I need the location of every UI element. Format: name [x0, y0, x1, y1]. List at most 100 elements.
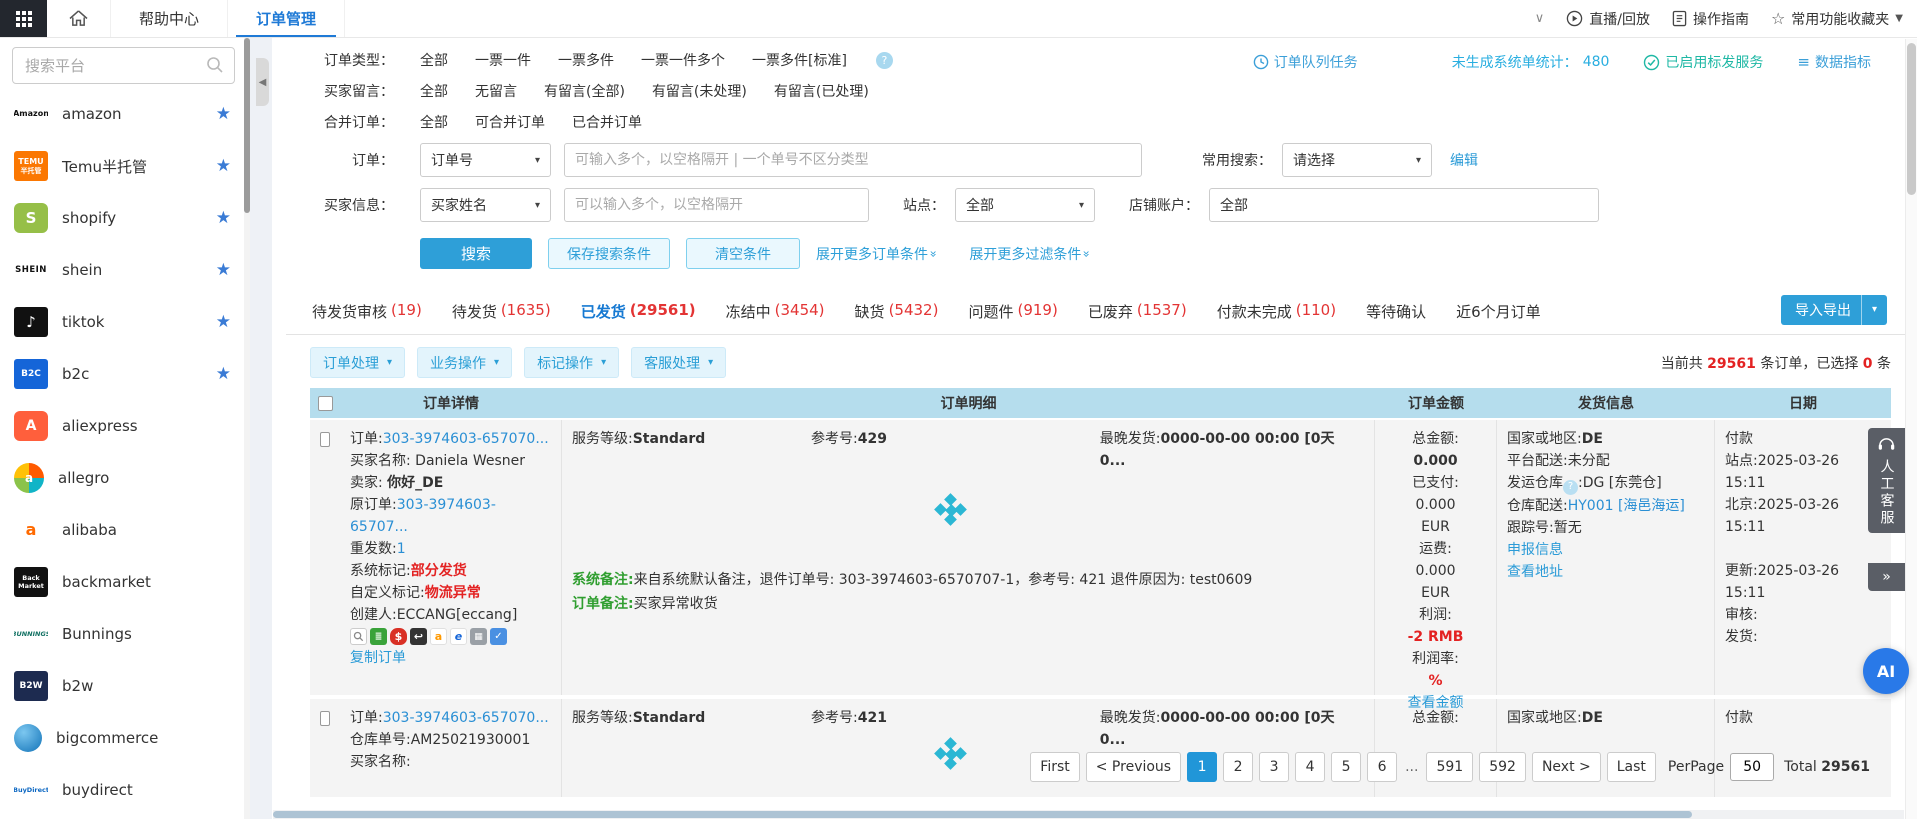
favorite-star-icon[interactable]: ★ — [216, 312, 231, 332]
sidebar-item-tiktok[interactable]: ♪tiktok★ — [0, 296, 249, 348]
tab-discarded[interactable]: 已废弃(1537) — [1088, 291, 1187, 334]
buyer-name-input[interactable] — [564, 188, 869, 222]
amazon-icon[interactable]: a — [430, 628, 447, 645]
sidebar-item-shopify[interactable]: Sshopify★ — [0, 192, 249, 244]
filter-option[interactable]: 一票一件 — [475, 50, 531, 70]
favorite-star-icon[interactable]: ★ — [216, 104, 231, 124]
sidebar-item-allegro[interactable]: aallegro — [0, 452, 249, 504]
e-platform-icon[interactable]: e — [450, 628, 467, 645]
filter-option[interactable]: 全部 — [420, 50, 448, 70]
sidebar-item-bunnings[interactable]: BUNNINGSBunnings — [0, 608, 249, 660]
order-number-input[interactable] — [564, 143, 1142, 177]
sidebar-scrollbar[interactable] — [244, 38, 250, 819]
edit-common-search-link[interactable]: 编辑 — [1450, 150, 1478, 170]
help-icon[interactable]: ? — [1563, 480, 1578, 495]
order-queue-link[interactable]: 订单队列任务 — [1253, 52, 1358, 72]
tagged-service-status[interactable]: 已启用标发服务 — [1643, 52, 1763, 72]
platform-search-input[interactable] — [12, 47, 235, 84]
select-all-checkbox[interactable] — [318, 396, 333, 411]
view-address-link[interactable]: 查看地址 — [1507, 561, 1704, 583]
collapse-chevron-icon[interactable]: ∨ — [1535, 11, 1545, 26]
filter-option[interactable]: 一票多件 — [558, 50, 614, 70]
page-button-1[interactable]: 1 — [1187, 752, 1217, 782]
sidebar-scrollbar-thumb[interactable] — [244, 38, 250, 213]
horizontal-scrollbar-thumb[interactable] — [273, 811, 1692, 818]
row-checkbox[interactable] — [320, 432, 330, 447]
order-management-tab[interactable]: 订单管理 — [228, 0, 345, 37]
favorites-menu[interactable]: ☆ 常用功能收藏夹 ▼ — [1771, 9, 1903, 29]
sidebar-item-b2c[interactable]: B2Cb2c★ — [0, 348, 249, 400]
home-tab[interactable] — [47, 0, 111, 37]
uncreated-orders-stat[interactable]: 未生成系统单统计： 480 — [1452, 52, 1610, 72]
favorite-star-icon[interactable]: ★ — [216, 364, 231, 384]
favorite-star-icon[interactable]: ★ — [216, 208, 231, 228]
tab-problem[interactable]: 问题件(919) — [968, 291, 1057, 334]
data-metrics-link[interactable]: ≡ 数据指标 — [1797, 52, 1871, 72]
human-service-button[interactable]: 人工客服 — [1868, 428, 1905, 533]
ai-assistant-button[interactable]: AI — [1863, 648, 1909, 694]
prev-page-button[interactable]: < Previous — [1086, 752, 1181, 782]
copy-order-link[interactable]: 复制订单 — [350, 647, 551, 669]
sidebar-item-aliexpress[interactable]: Aaliexpress — [0, 400, 249, 452]
sidebar-item-b2w[interactable]: B2Wb2w — [0, 660, 249, 712]
common-search-select[interactable]: 请选择▾ — [1282, 143, 1432, 177]
page-button-6[interactable]: 6 — [1367, 752, 1397, 782]
calculator-icon[interactable]: ▦ — [470, 628, 487, 645]
sidebar-item-amazon[interactable]: Amazonamazon★ — [0, 88, 249, 140]
live-replay-link[interactable]: 直播/回放 — [1566, 9, 1650, 29]
mark-ops-dropdown[interactable]: 标记操作▾ — [524, 347, 619, 378]
help-icon[interactable]: ? — [876, 52, 893, 69]
sidebar-item-buydirect[interactable]: BuyDirectbuydirect — [0, 764, 249, 816]
sidebar-item-shein[interactable]: SHEINshein★ — [0, 244, 249, 296]
page-scrollbar-thumb[interactable] — [1907, 43, 1916, 195]
tab-pending-audit[interactable]: 待发货审核(19) — [312, 291, 422, 334]
shop-account-input[interactable] — [1209, 188, 1599, 222]
app-launcher-button[interactable] — [0, 0, 47, 37]
tab-last-6-months[interactable]: 近6个月订单 — [1456, 291, 1541, 334]
page-scrollbar[interactable] — [1905, 39, 1917, 819]
search-button[interactable]: 搜索 — [420, 238, 532, 269]
page-button-5[interactable]: 5 — [1331, 752, 1361, 782]
save-search-button[interactable]: 保存搜索条件 — [548, 238, 670, 269]
buyer-field-select[interactable]: 买家姓名▾ — [420, 188, 551, 222]
sidebar-item-temu[interactable]: TEMU半托管Temu半托管★ — [0, 140, 249, 192]
sidebar-item-alibaba[interactable]: aalibaba — [0, 504, 249, 556]
filter-option[interactable]: 有留言(全部) — [544, 81, 625, 101]
horizontal-scrollbar[interactable] — [273, 810, 1904, 819]
first-page-button[interactable]: First — [1030, 752, 1079, 782]
filter-option[interactable]: 可合并订单 — [475, 112, 545, 132]
business-ops-dropdown[interactable]: 业务操作▾ — [417, 347, 512, 378]
warehouse-delivery-link[interactable]: HY001 [海邑海运] — [1568, 498, 1685, 514]
document-check-icon[interactable]: ✓ — [490, 628, 507, 645]
page-button-2[interactable]: 2 — [1223, 752, 1253, 782]
return-package-icon[interactable]: ↩ — [410, 628, 427, 645]
order-number-type-select[interactable]: 订单号▾ — [420, 143, 551, 177]
filter-option[interactable]: 全部 — [420, 112, 448, 132]
sidebar-item-backmarket[interactable]: BackMarketbackmarket — [0, 556, 249, 608]
tab-shipped[interactable]: 已发货(29561) — [581, 291, 696, 334]
site-select[interactable]: 全部▾ — [955, 188, 1095, 222]
declare-info-link[interactable]: 申报信息 — [1507, 539, 1704, 561]
invoice-icon[interactable]: ≣ — [370, 628, 387, 645]
sidebar-collapse-handle[interactable]: ◀ — [256, 58, 269, 106]
row-checkbox[interactable] — [320, 711, 330, 726]
help-center-tab[interactable]: 帮助中心 — [111, 0, 228, 37]
tab-awaiting-confirm[interactable]: 等待确认 — [1366, 291, 1426, 334]
clear-filters-button[interactable]: 清空条件 — [686, 238, 800, 269]
page-button-592[interactable]: 592 — [1479, 752, 1526, 782]
tab-payment-incomplete[interactable]: 付款未完成(110) — [1217, 291, 1336, 334]
zoom-icon[interactable] — [350, 628, 367, 645]
money-bag-icon[interactable]: $ — [390, 628, 407, 645]
page-button-3[interactable]: 3 — [1259, 752, 1289, 782]
order-number-link[interactable]: 303-3974603-657070... — [383, 710, 549, 726]
filter-option[interactable]: 一票一件多个 — [641, 50, 725, 70]
filter-option[interactable]: 无留言 — [475, 81, 517, 101]
import-export-button[interactable]: 导入导出 ▾ — [1781, 295, 1887, 325]
tab-frozen[interactable]: 冻结中(3454) — [726, 291, 825, 334]
filter-option[interactable]: 有留言(已处理) — [774, 81, 869, 101]
last-page-button[interactable]: Last — [1607, 752, 1656, 782]
filter-option[interactable]: 一票多件[标准] — [752, 50, 847, 70]
favorite-star-icon[interactable]: ★ — [216, 260, 231, 280]
expand-filter-conditions-link[interactable]: 展开更多过滤条件» — [969, 244, 1090, 264]
order-handle-dropdown[interactable]: 订单处理▾ — [310, 347, 405, 378]
